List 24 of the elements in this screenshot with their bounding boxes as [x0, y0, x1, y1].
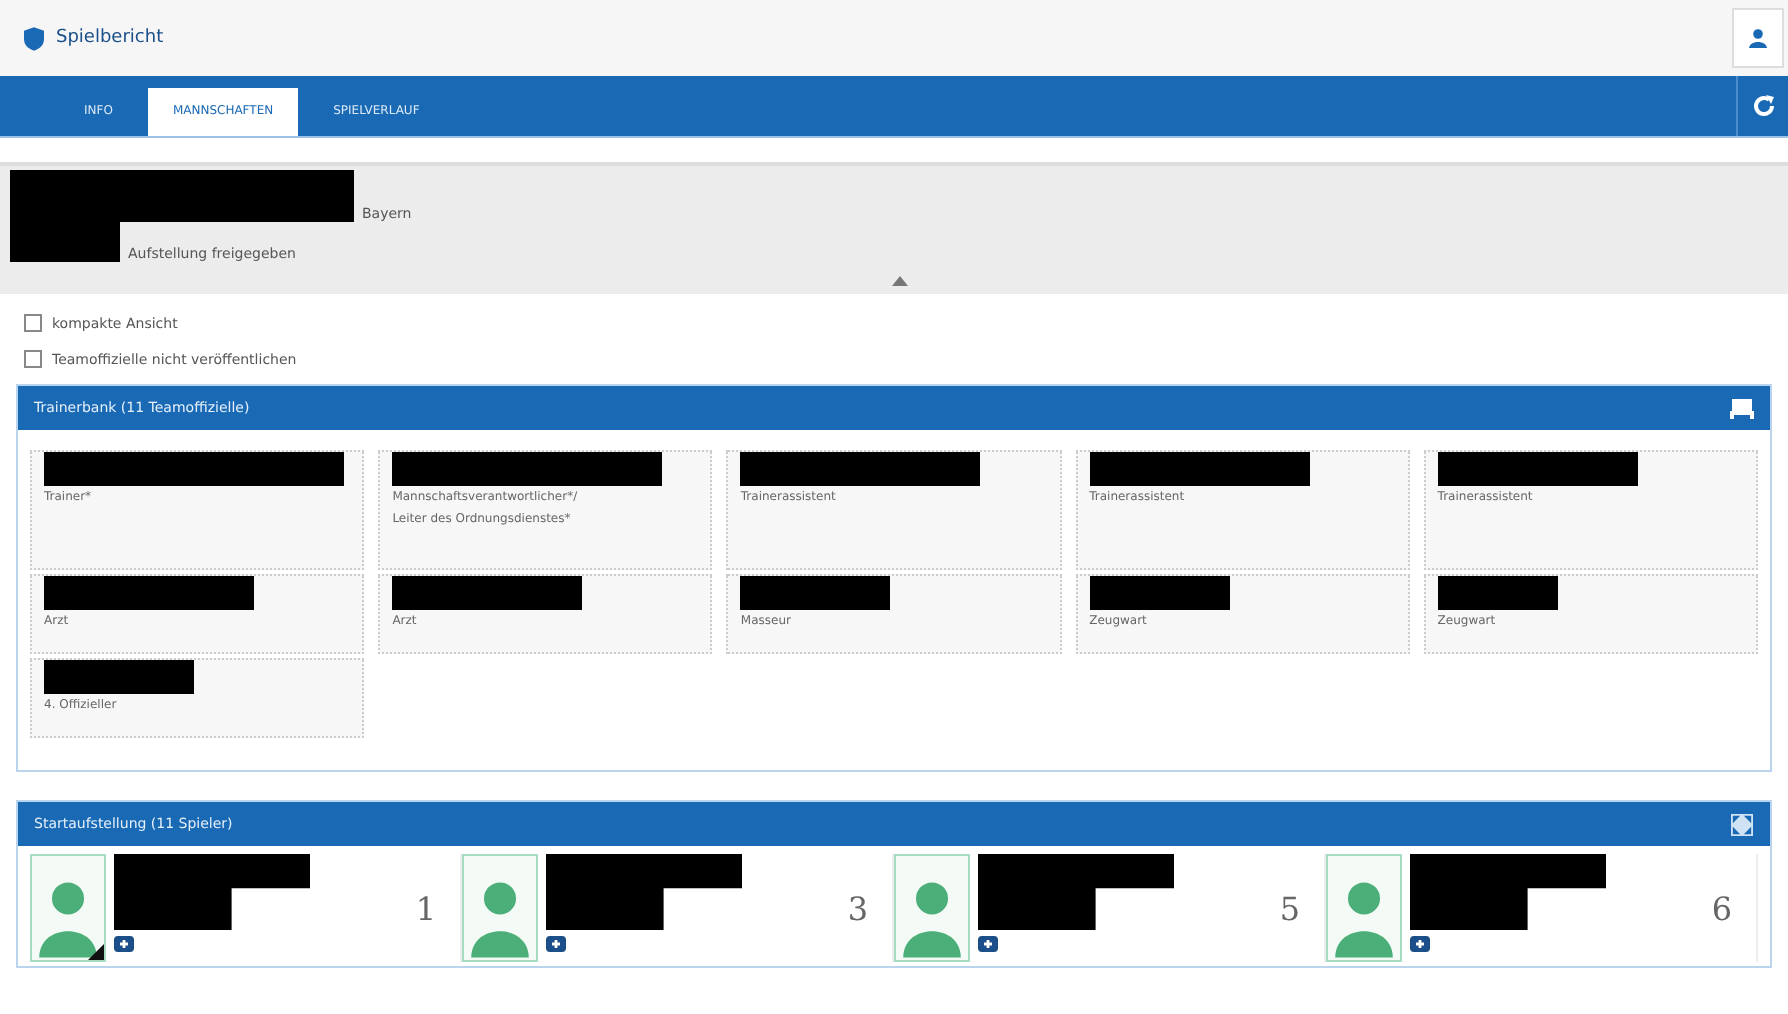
player-card[interactable]: 6	[1326, 854, 1758, 962]
shield-logo-icon	[24, 25, 44, 51]
plus-icon[interactable]	[978, 936, 998, 952]
refresh-icon	[1751, 94, 1775, 118]
user-button[interactable]	[1732, 8, 1784, 68]
checkbox[interactable]	[24, 350, 42, 368]
plus-icon[interactable]	[546, 936, 566, 952]
redaction-bar	[1089, 576, 1230, 610]
shirt-number: 3	[847, 889, 868, 927]
shirt-number: 1	[415, 889, 436, 927]
shirt-number: 6	[1711, 889, 1732, 927]
expand-icon[interactable]	[1730, 813, 1754, 835]
app-title: Spielbericht	[56, 28, 166, 48]
user-icon	[1748, 28, 1768, 48]
player-card[interactable]: 3	[462, 854, 894, 962]
checkbox[interactable]	[24, 314, 42, 332]
redaction-bar	[1437, 576, 1558, 610]
plus-icon[interactable]	[1410, 936, 1430, 952]
collapse-caret-icon[interactable]	[892, 276, 908, 286]
plus-icon[interactable]	[114, 936, 134, 952]
bench-icon[interactable]	[1730, 397, 1754, 419]
player-card[interactable]: 5	[894, 854, 1326, 962]
player-card[interactable]: 1	[30, 854, 462, 962]
shirt-number: 5	[1279, 889, 1300, 927]
